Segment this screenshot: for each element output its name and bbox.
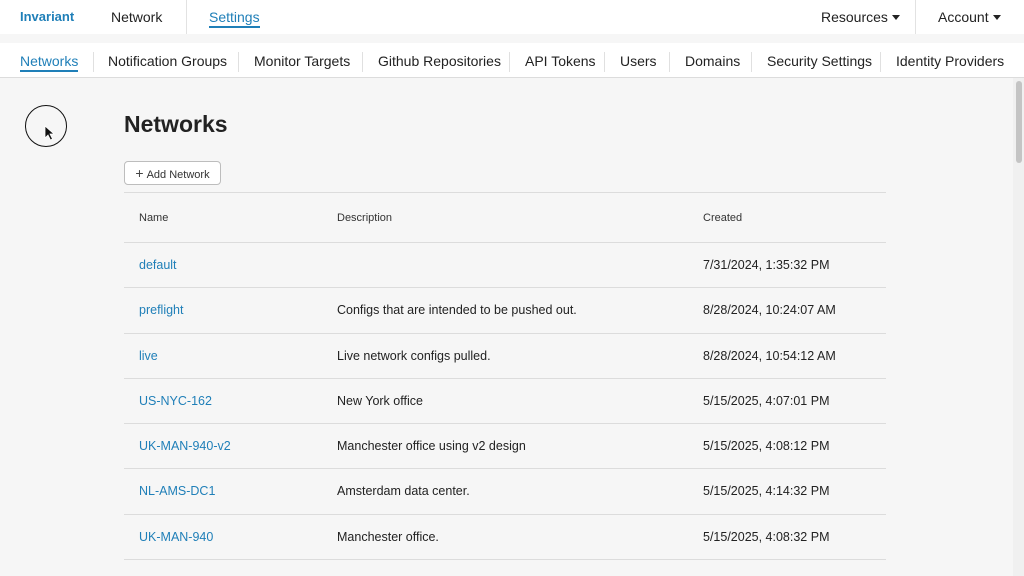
resources-menu-label: Resources — [821, 9, 888, 25]
network-created: 5/15/2025, 4:08:12 PM — [703, 439, 830, 454]
plus-icon: + — [135, 165, 144, 181]
caret-down-icon — [992, 15, 1001, 20]
network-created: 5/15/2025, 4:14:32 PM — [703, 484, 830, 499]
table-row[interactable]: preflight Configs that are intended to b… — [124, 288, 886, 334]
tab-divider — [509, 52, 510, 72]
network-description: Amsterdam data center. — [337, 484, 470, 499]
tab-divider — [604, 52, 605, 72]
add-network-button[interactable]: + Add Network — [124, 161, 221, 185]
network-description: New York office — [337, 393, 423, 408]
top-navbar: Invariant Network Settings Resources Acc… — [0, 0, 1024, 34]
table-row[interactable]: live Live network configs pulled. 8/28/2… — [124, 334, 886, 379]
table-row[interactable]: default 7/31/2024, 1:35:32 PM — [124, 243, 886, 289]
caret-down-icon — [891, 15, 900, 20]
network-created: 8/28/2024, 10:54:12 AM — [703, 348, 836, 363]
network-created: 8/28/2024, 10:24:07 AM — [703, 303, 836, 318]
network-description: Manchester office. — [337, 529, 439, 544]
tab-divider — [238, 52, 239, 72]
tab-divider — [93, 52, 94, 72]
tab-divider — [362, 52, 363, 72]
nav-network[interactable]: Network — [111, 9, 162, 25]
table-header: Name Description Created — [124, 192, 886, 243]
column-header-created[interactable]: Created — [703, 212, 742, 224]
table-row[interactable]: US-NYC-162 New York office 5/15/2025, 4:… — [124, 379, 886, 425]
tab-networks[interactable]: Networks — [20, 53, 79, 72]
network-description: Configs that are intended to be pushed o… — [337, 303, 577, 318]
network-name-link[interactable]: live — [139, 349, 158, 363]
page-title: Networks — [124, 111, 228, 137]
network-description: Live network configs pulled. — [337, 348, 491, 363]
cursor-arrow-icon — [44, 125, 56, 141]
column-header-name[interactable]: Name — [139, 212, 168, 224]
tab-api-tokens[interactable]: API Tokens — [525, 53, 596, 69]
settings-tabs: Networks Notification Groups Monitor Tar… — [0, 43, 1024, 78]
tab-users[interactable]: Users — [620, 53, 657, 69]
account-menu[interactable]: Account — [938, 9, 1001, 25]
network-created: 7/31/2024, 1:35:32 PM — [703, 258, 830, 272]
networks-table: Name Description Created default 7/31/20… — [124, 192, 886, 561]
page-scrollbar[interactable] — [1013, 78, 1024, 576]
nav-divider — [186, 0, 187, 34]
resources-menu[interactable]: Resources — [821, 9, 900, 25]
nav-divider — [915, 0, 916, 34]
tab-divider — [880, 52, 881, 72]
scrollbar-thumb[interactable] — [1016, 81, 1022, 163]
table-row[interactable]: NL-AMS-DC1 Amsterdam data center. 5/15/2… — [124, 469, 886, 515]
tab-domains[interactable]: Domains — [685, 53, 740, 69]
network-name-link[interactable]: preflight — [139, 303, 183, 317]
tab-security-settings[interactable]: Security Settings — [767, 53, 872, 69]
network-name-link[interactable]: UK-MAN-940-v2 — [139, 439, 231, 453]
column-header-description[interactable]: Description — [337, 212, 392, 224]
brand-logo[interactable]: Invariant — [20, 9, 74, 24]
nav-settings[interactable]: Settings — [209, 9, 260, 28]
network-created: 5/15/2025, 4:08:32 PM — [703, 529, 830, 544]
tab-monitor-targets[interactable]: Monitor Targets — [254, 53, 350, 69]
network-description: Manchester office using v2 design — [337, 439, 526, 454]
network-name-link[interactable]: US-NYC-162 — [139, 394, 212, 408]
network-name-link[interactable]: NL-AMS-DC1 — [139, 484, 215, 498]
table-row[interactable]: UK-MAN-940-v2 Manchester office using v2… — [124, 424, 886, 470]
network-created: 5/15/2025, 4:07:01 PM — [703, 393, 830, 408]
network-name-link[interactable]: UK-MAN-940 — [139, 530, 213, 544]
table-row[interactable]: UK-MAN-940 Manchester office. 5/15/2025,… — [124, 515, 886, 561]
tab-identity-providers[interactable]: Identity Providers — [896, 53, 1004, 69]
tab-github-repositories[interactable]: Github Repositories — [378, 53, 501, 69]
tab-notification-groups[interactable]: Notification Groups — [108, 53, 227, 69]
tab-divider — [669, 52, 670, 72]
network-name-link[interactable]: default — [139, 258, 177, 272]
tab-divider — [751, 52, 752, 72]
add-network-label: Add Network — [146, 169, 210, 181]
account-menu-label: Account — [938, 9, 989, 25]
